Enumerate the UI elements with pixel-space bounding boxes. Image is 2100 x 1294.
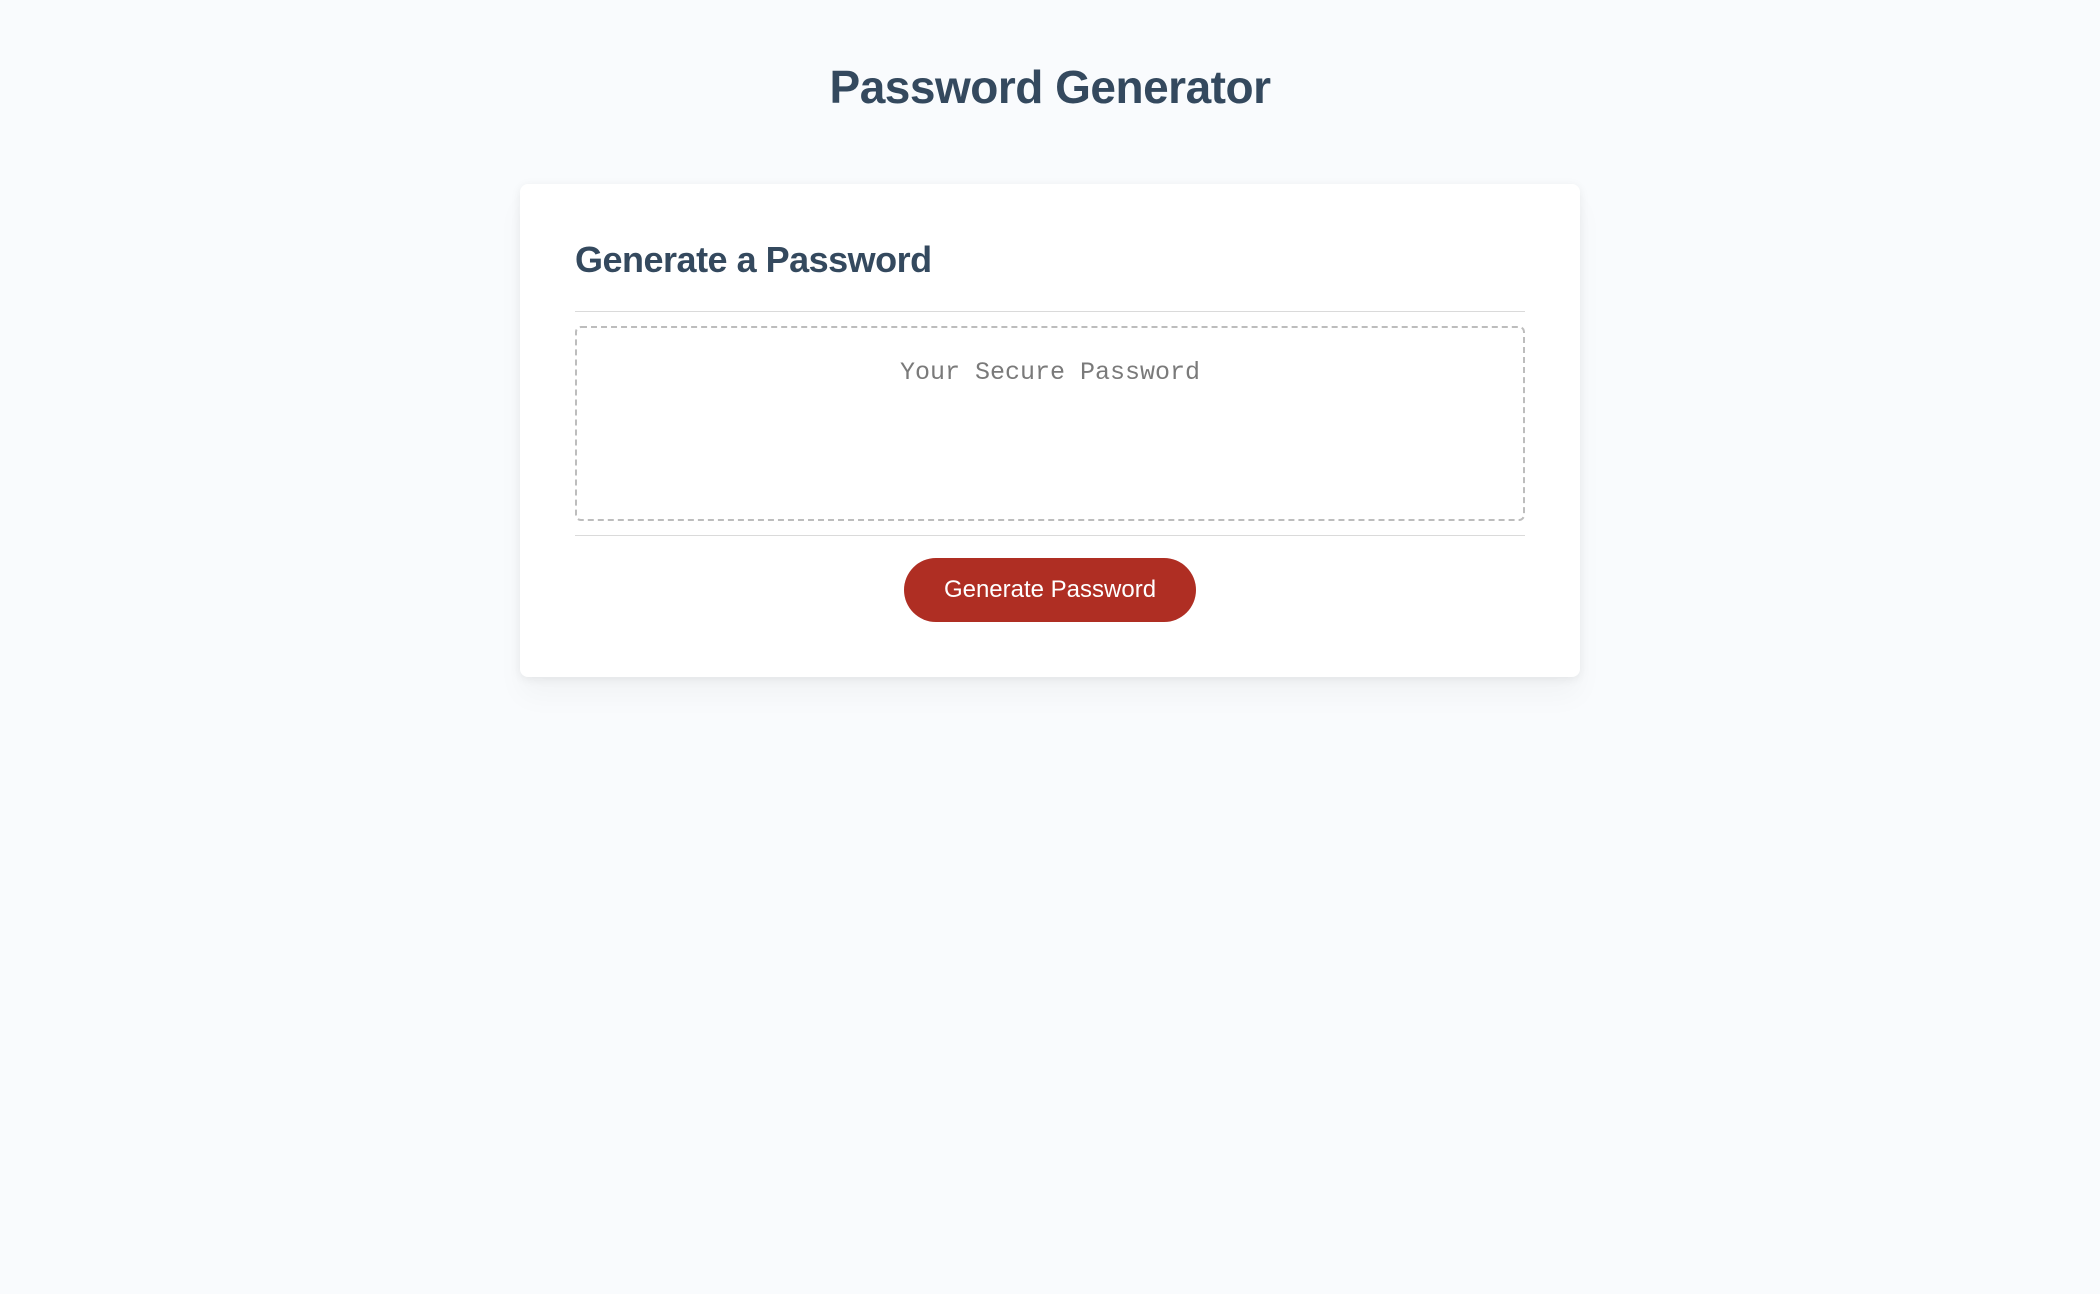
generator-card: Generate a Password Your Secure Password… <box>520 184 1580 677</box>
generate-password-button[interactable]: Generate Password <box>904 558 1196 622</box>
main-container: Password Generator Generate a Password Y… <box>500 60 1600 677</box>
password-output: Your Secure Password <box>575 326 1525 521</box>
page-title: Password Generator <box>520 60 1580 114</box>
card-heading: Generate a Password <box>575 239 1525 281</box>
button-row: Generate Password <box>575 558 1525 622</box>
divider-bottom <box>575 535 1525 536</box>
divider-top <box>575 311 1525 312</box>
